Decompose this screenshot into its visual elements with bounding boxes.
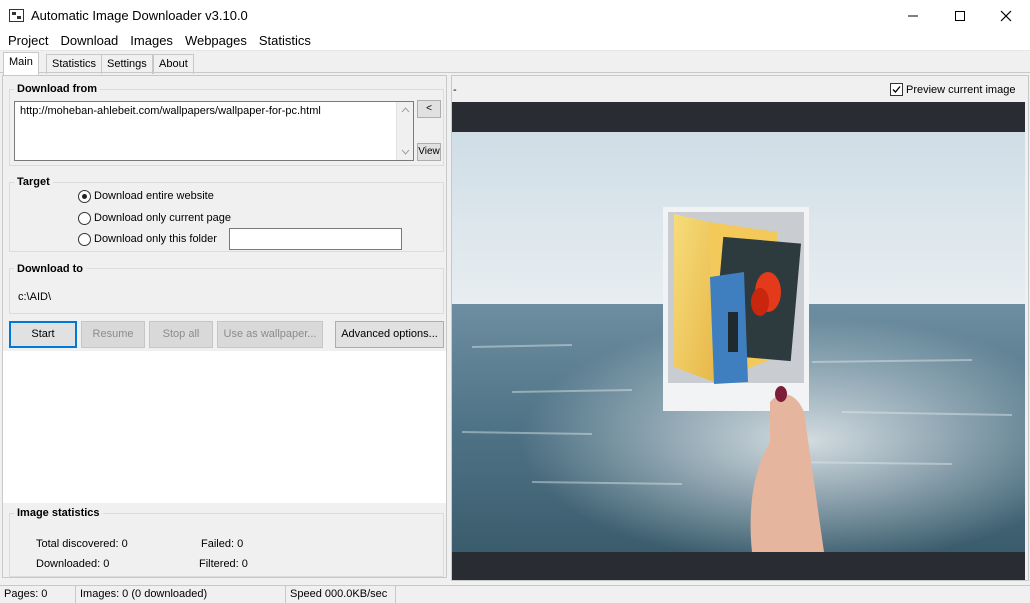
radio-icon — [78, 211, 91, 225]
image-statistics-label: Image statistics — [14, 507, 103, 519]
status-images: Images: 0 (0 downloaded) — [76, 586, 286, 603]
download-path[interactable]: c:\AID\ — [18, 291, 51, 303]
preview-checkbox[interactable]: Preview current image — [890, 82, 1015, 97]
start-button[interactable]: Start — [9, 321, 77, 348]
use-as-wallpaper-button[interactable]: Use as wallpaper... — [217, 321, 323, 348]
stop-all-button[interactable]: Stop all — [149, 321, 213, 348]
app-icon[interactable] — [9, 9, 24, 22]
status-bar: Pages: 0 Images: 0 (0 downloaded) Speed … — [0, 585, 1030, 603]
tab-bar: Main Statistics Settings About — [0, 50, 1030, 75]
radio-entire-website-label: Download entire website — [94, 190, 214, 202]
maximize-icon — [955, 10, 965, 21]
close-button[interactable] — [983, 0, 1029, 31]
scroll-arrows-icon — [401, 107, 410, 155]
menu-webpages[interactable]: Webpages — [179, 31, 253, 50]
radio-current-page[interactable]: Download only current page — [78, 210, 231, 226]
tab-settings[interactable]: Settings — [101, 54, 153, 74]
download-to-label: Download to — [14, 263, 86, 275]
failed-count: Failed: 0 — [201, 538, 244, 550]
minimize-button[interactable] — [890, 0, 936, 31]
minimize-icon — [908, 15, 918, 16]
preview-photo — [452, 132, 1025, 552]
target-label: Target — [14, 176, 53, 188]
radio-entire-website[interactable]: Download entire website — [78, 188, 214, 204]
menu-project[interactable]: Project — [2, 31, 54, 50]
radio-checked-icon — [78, 189, 91, 203]
tab-divider — [0, 72, 1030, 73]
maximize-button[interactable] — [937, 0, 983, 31]
view-button[interactable]: View — [417, 143, 441, 161]
radio-this-folder[interactable]: Download only this folder — [78, 231, 217, 247]
advanced-options-button[interactable]: Advanced options... — [335, 321, 444, 348]
downloaded-count: Downloaded: 0 — [36, 558, 110, 570]
total-discovered: Total discovered: 0 — [36, 538, 128, 550]
menu-download[interactable]: Download — [54, 31, 124, 50]
window-title: Automatic Image Downloader v3.10.0 — [31, 8, 248, 23]
close-icon — [1000, 10, 1012, 21]
resume-button[interactable]: Resume — [81, 321, 145, 348]
tab-main[interactable]: Main — [3, 52, 39, 75]
tab-about[interactable]: About — [153, 54, 194, 74]
url-input[interactable]: http://moheban-ahlebeit.com/wallpapers/w… — [14, 101, 414, 161]
url-scrollbar[interactable] — [396, 102, 413, 160]
checkbox-checked-icon — [890, 83, 903, 96]
status-pages: Pages: 0 — [0, 586, 76, 603]
radio-current-page-label: Download only current page — [94, 212, 231, 224]
menu-statistics[interactable]: Statistics — [253, 31, 317, 50]
filtered-count: Filtered: 0 — [199, 558, 248, 570]
back-button[interactable]: < — [417, 100, 441, 118]
radio-icon — [78, 232, 91, 246]
menu-bar: Project Download Images Webpages Statist… — [0, 31, 1030, 50]
title-bar: Automatic Image Downloader v3.10.0 — [0, 0, 1030, 31]
url-text: http://moheban-ahlebeit.com/wallpapers/w… — [20, 105, 321, 117]
tab-statistics[interactable]: Statistics — [46, 54, 103, 74]
preview-checkbox-label: Preview current image — [906, 83, 1016, 96]
status-speed: Speed 000.0KB/sec — [286, 586, 396, 603]
menu-images[interactable]: Images — [124, 31, 179, 50]
folder-input[interactable] — [229, 228, 402, 250]
empty-log-area — [3, 351, 446, 503]
current-image-name: - — [453, 84, 457, 96]
download-from-label: Download from — [14, 83, 101, 95]
image-preview — [452, 102, 1025, 580]
radio-this-folder-label: Download only this folder — [94, 233, 217, 245]
